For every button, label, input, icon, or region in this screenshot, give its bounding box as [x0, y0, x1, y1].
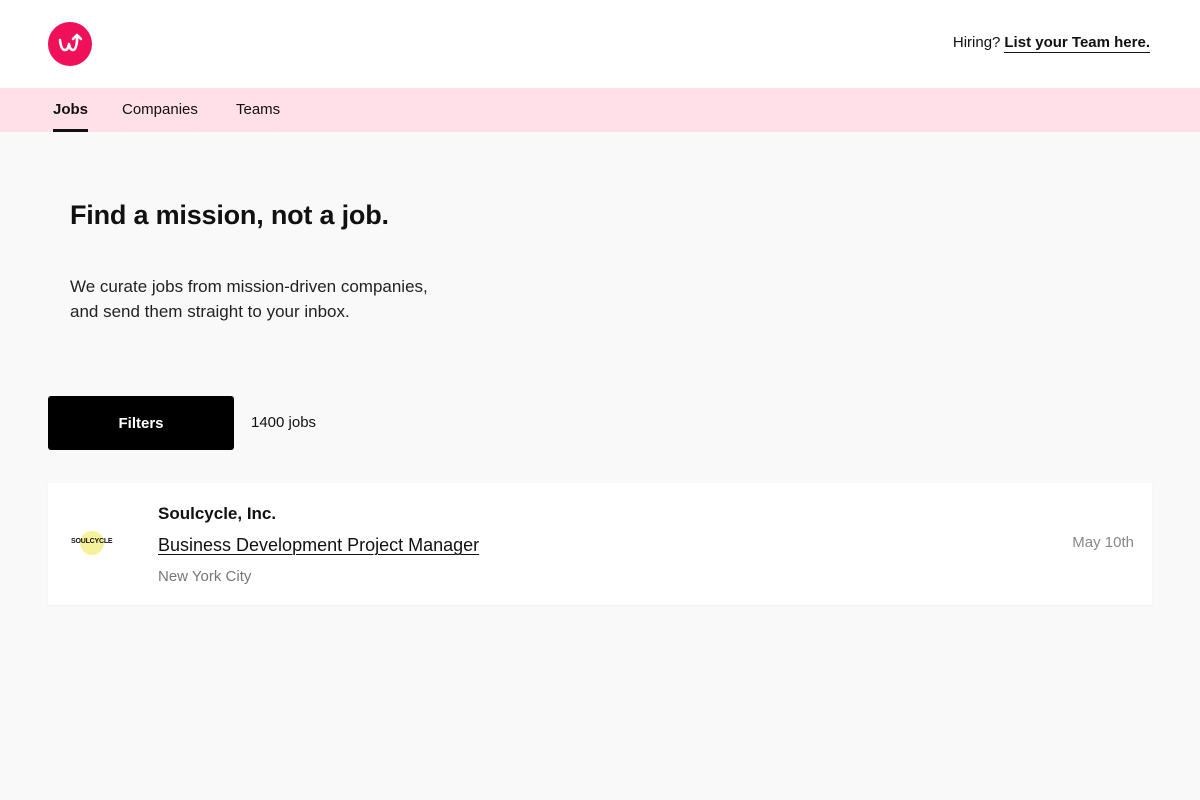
- hero-subtitle-line-1: We curate jobs from mission-driven compa…: [70, 277, 428, 296]
- tab-teams[interactable]: Teams: [236, 88, 280, 132]
- wellfound-arrow-logo-icon: [58, 33, 83, 52]
- brand-logo-icon[interactable]: [48, 22, 92, 66]
- page-title: Find a mission, not a job.: [70, 200, 389, 230]
- list-team-link[interactable]: List your Team here.: [1004, 34, 1150, 53]
- job-date: May 10th: [1072, 534, 1134, 551]
- job-card[interactable]: SOULCYCLE Soulcycle, Inc. Business Devel…: [48, 483, 1152, 605]
- tab-companies[interactable]: Companies: [122, 88, 198, 132]
- job-location: New York City: [158, 568, 252, 585]
- filters-button[interactable]: Filters: [48, 396, 234, 450]
- hero-subtitle: We curate jobs from mission-driven compa…: [70, 274, 550, 324]
- hiring-cta: Hiring? List your Team here.: [952, 34, 1150, 53]
- company-logo: SOULCYCLE: [68, 528, 118, 558]
- site-header: Hiring? List your Team here.: [0, 0, 1200, 88]
- hero-subtitle-line-2: and send them straight to your inbox.: [70, 302, 350, 321]
- job-count: 1400 jobs: [251, 414, 317, 431]
- nav-tabs: Jobs Companies Teams: [0, 88, 1200, 132]
- company-name[interactable]: Soulcycle, Inc.: [158, 504, 276, 524]
- tab-jobs[interactable]: Jobs: [53, 88, 89, 132]
- job-title-link[interactable]: Business Development Project Manager: [158, 535, 479, 556]
- logo-wordmark: SOULCYCLE: [71, 538, 113, 545]
- hiring-prefix: Hiring?: [952, 34, 1001, 51]
